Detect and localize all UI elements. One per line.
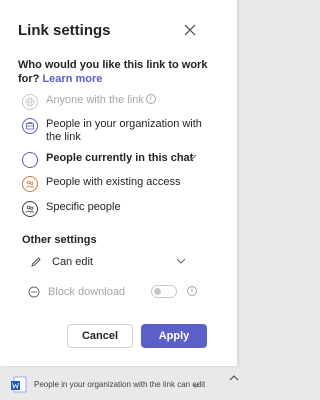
people-icon [22,201,38,217]
globe-icon [22,94,38,110]
other-settings-heading: Other settings [22,234,97,246]
chevron-down-icon[interactable] [192,383,200,389]
option-label: People in your organization with the lin… [46,118,202,143]
permission-dropdown[interactable]: Can edit [30,254,190,270]
block-download-toggle[interactable] [151,285,177,298]
link-summary-bar: People in your organization with the lin… [0,372,245,400]
option-specific-people[interactable]: Specific people [22,201,222,217]
option-label: Anyone with the link [46,94,144,106]
apply-button[interactable]: Apply [141,324,207,348]
option-label: People with existing access [46,176,181,188]
block-download-label: Block download [48,286,126,298]
option-anyone-with-link[interactable]: Anyone with the link i [22,94,222,110]
close-icon[interactable] [183,23,197,37]
building-icon [22,118,38,134]
option-people-in-org[interactable]: People in your organization with the lin… [22,118,222,144]
pencil-icon [31,257,41,267]
option-label: People currently in this chat [46,152,194,164]
link-audience-question: Who would you like this link to work for… [18,58,218,86]
word-document-icon [11,376,27,393]
link-settings-dialog: Link settings Who would you like this li… [0,0,237,366]
permission-value: Can edit [52,256,93,268]
chevron-up-icon[interactable] [228,374,240,382]
dialog-title: Link settings [18,22,111,39]
checkmark-icon [189,154,197,160]
option-existing-access[interactable]: People with existing access [22,176,222,192]
people-icon [22,176,38,192]
info-icon: i [145,94,156,104]
chat-icon [22,152,38,168]
option-people-in-chat[interactable]: People currently in this chat [22,152,222,168]
cancel-button[interactable]: Cancel [67,324,133,348]
block-icon [28,286,40,298]
link-summary-text[interactable]: People in your organization with the lin… [34,380,205,389]
chevron-down-icon [176,258,186,264]
learn-more-link[interactable]: Learn more [42,73,102,85]
option-label: Specific people [46,201,121,213]
block-download-row: Block download i [28,284,198,300]
info-icon[interactable]: i [187,286,197,296]
